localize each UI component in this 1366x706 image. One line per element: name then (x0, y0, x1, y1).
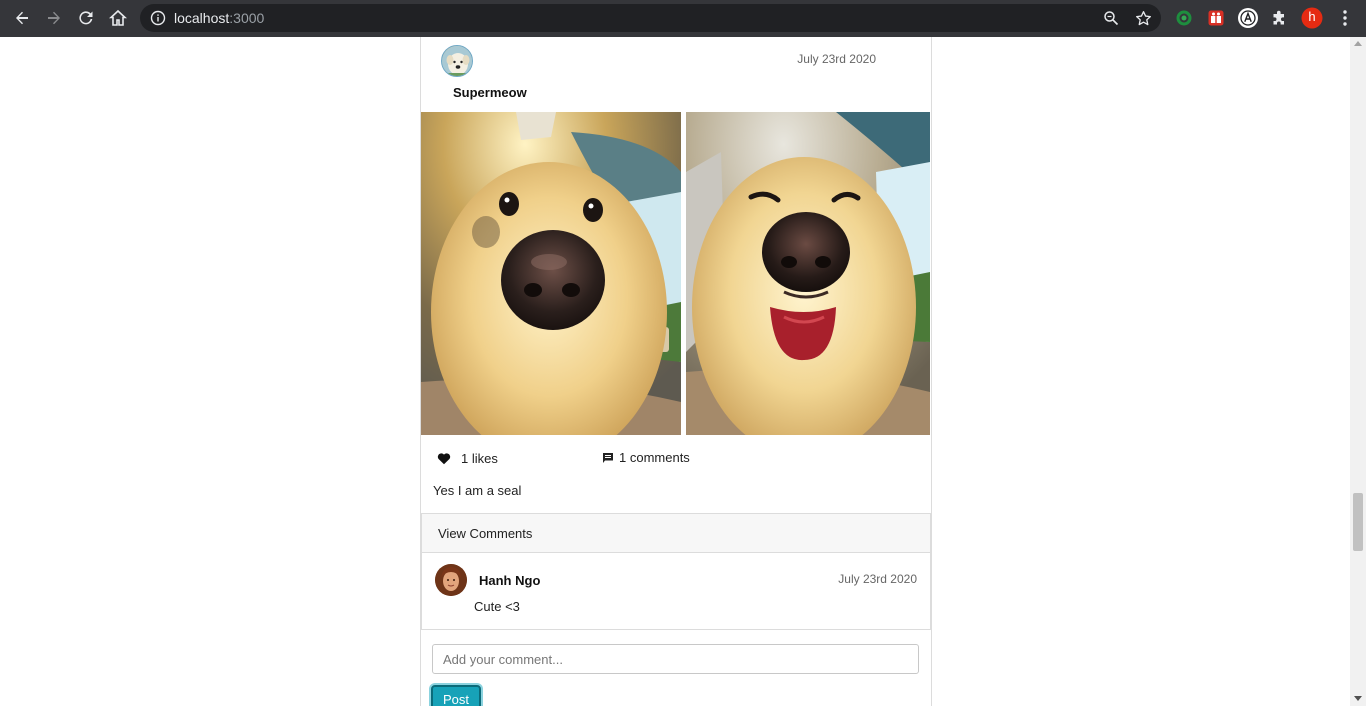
url-host: localhost (174, 10, 230, 26)
heart-icon (437, 453, 451, 465)
comment-input[interactable] (432, 644, 919, 674)
post-comment-button[interactable]: Post (431, 685, 481, 706)
likes-count: 1 likes (461, 451, 498, 466)
kebab-menu-icon (1343, 10, 1347, 26)
comment-text: Cute <3 (474, 599, 520, 614)
view-comments-toggle[interactable]: View Comments (421, 513, 931, 553)
info-icon[interactable] (150, 10, 166, 26)
post-author-avatar[interactable] (441, 45, 473, 77)
extension-green-ring-icon[interactable] (1173, 7, 1195, 29)
back-button[interactable] (9, 5, 35, 31)
page-viewport: July 23rd 2020 Supermeow 1 likes 1 comme… (0, 37, 1350, 706)
extension-a-circle-icon[interactable] (1237, 7, 1259, 29)
comment-icon (603, 452, 613, 463)
reload-button[interactable] (73, 5, 99, 31)
profile-initial: h (1308, 9, 1316, 24)
scroll-up-arrow-icon[interactable] (1354, 41, 1362, 46)
arrow-left-icon (16, 11, 28, 25)
comments-count-button[interactable]: 1 comments (602, 450, 690, 465)
address-bar[interactable]: localhost:3000 (140, 4, 1161, 32)
browser-menu-button[interactable] (1334, 7, 1356, 29)
forward-button[interactable] (41, 5, 67, 31)
like-button[interactable]: 1 likes (437, 451, 498, 466)
comment-author[interactable]: Hanh Ngo (479, 573, 540, 588)
comment-date: July 23rd 2020 (838, 572, 917, 586)
page-scrollbar[interactable] (1350, 37, 1366, 706)
post-photo-grid (421, 112, 931, 435)
person-avatar-image (435, 564, 467, 596)
browser-toolbar: localhost:3000 h (0, 0, 1366, 37)
post-photo-1[interactable] (421, 112, 681, 435)
post-card: July 23rd 2020 Supermeow 1 likes 1 comme… (420, 37, 932, 706)
extension-red-gift-icon[interactable] (1205, 7, 1227, 29)
comment-item: Hanh Ngo July 23rd 2020 Cute <3 (421, 552, 931, 630)
dog-avatar-image (442, 46, 472, 76)
scroll-thumb[interactable] (1353, 493, 1363, 551)
extensions-puzzle-icon[interactable] (1269, 7, 1291, 29)
post-username[interactable]: Supermeow (453, 85, 527, 100)
home-icon (109, 9, 127, 26)
post-caption: Yes I am a seal (433, 483, 522, 498)
url-text: localhost:3000 (174, 10, 264, 26)
post-photo-2[interactable] (686, 112, 930, 435)
comment-author-avatar[interactable] (435, 564, 467, 596)
arrow-right-icon (48, 11, 60, 25)
bookmark-star-icon[interactable] (1134, 9, 1152, 27)
scroll-down-arrow-icon[interactable] (1354, 696, 1362, 701)
url-port: :3000 (229, 10, 265, 26)
reload-icon (79, 11, 93, 25)
comments-count: 1 comments (619, 450, 690, 465)
post-date: July 23rd 2020 (797, 52, 876, 66)
zoom-icon[interactable] (1102, 9, 1120, 27)
profile-avatar-button[interactable]: h (1301, 7, 1323, 29)
home-button[interactable] (105, 5, 131, 31)
